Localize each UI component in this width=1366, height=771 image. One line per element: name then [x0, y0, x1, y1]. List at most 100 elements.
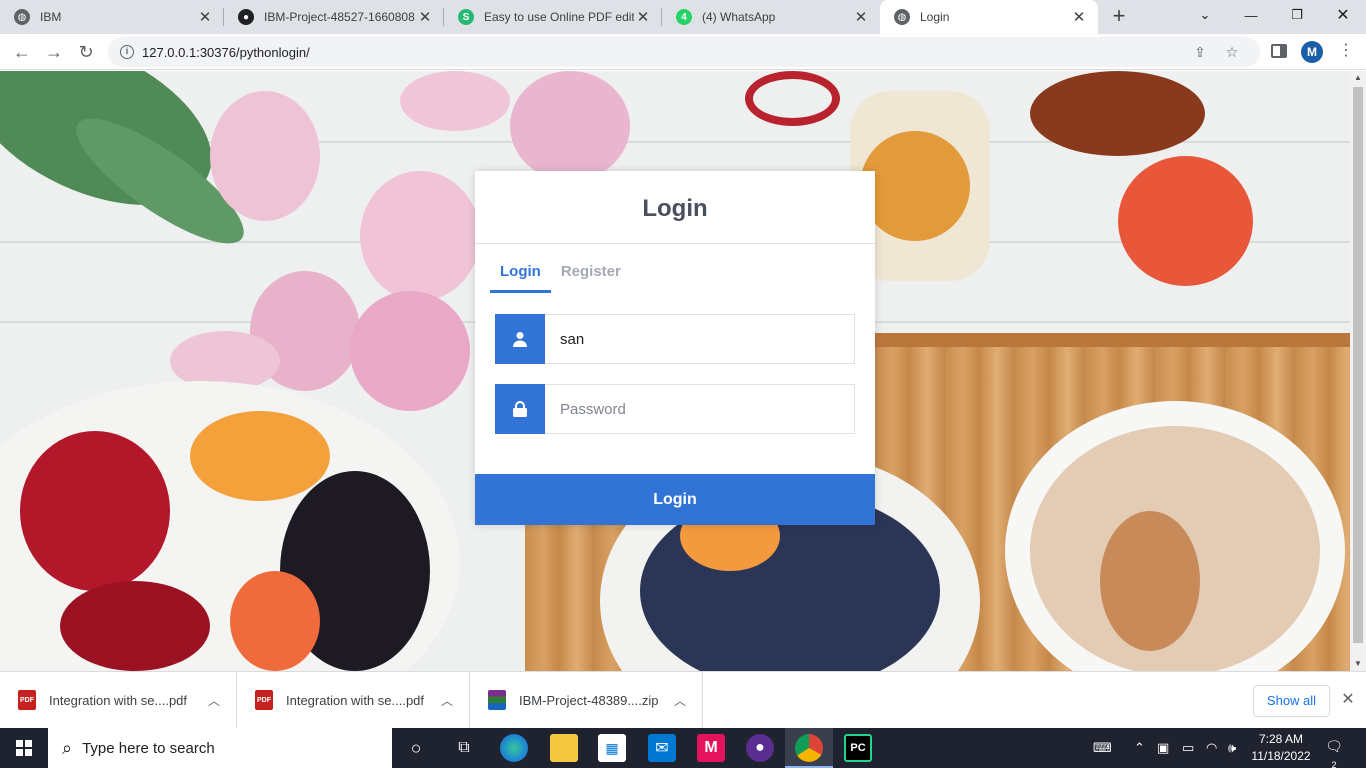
url-text[interactable]: 127.0.0.1:30376/pythonlogin/	[142, 45, 310, 60]
battery-icon[interactable]: ▭	[1182, 728, 1194, 768]
reload-icon[interactable]: ↻	[72, 38, 100, 66]
tab-login[interactable]: Login	[490, 261, 551, 293]
fruit-image	[230, 571, 320, 671]
tulip-image	[360, 171, 480, 301]
address-bar[interactable]: i 127.0.0.1:30376/pythonlogin/ ⇪ ☆	[108, 37, 1260, 67]
tab-title: IBM	[40, 10, 62, 24]
github-desktop-icon[interactable]: ●	[746, 734, 774, 762]
tab-pdf-editor[interactable]: S Easy to use Online PDF edito ✕	[444, 0, 662, 34]
tab-register[interactable]: Register	[551, 261, 631, 293]
close-icon[interactable]: ✕	[196, 8, 214, 26]
chrome-icon[interactable]	[795, 734, 823, 762]
whatsapp-icon: 4	[676, 9, 692, 25]
username-field	[495, 314, 855, 364]
chevron-up-icon[interactable]: ︿	[441, 692, 453, 709]
task-view-icon[interactable]: ⧉	[450, 734, 478, 762]
start-button[interactable]	[0, 728, 48, 768]
honey-image	[860, 131, 970, 241]
password-input[interactable]	[545, 385, 854, 433]
search-placeholder: Type here to search	[82, 739, 215, 757]
close-icon[interactable]: ✕	[1070, 8, 1088, 26]
globe-icon: ◍	[14, 9, 30, 25]
download-item[interactable]: PDF Integration with se....pdf ︿	[237, 672, 470, 728]
minimize-button[interactable]: —	[1228, 0, 1274, 30]
scroll-down-arrow-icon[interactable]: ▼	[1350, 657, 1366, 671]
close-icon[interactable]: ✕	[634, 8, 652, 26]
profile-avatar[interactable]: M	[1301, 41, 1323, 63]
download-filename: Integration with se....pdf	[286, 692, 425, 708]
download-item[interactable]: IBM-Project-48389....zip ︿	[470, 672, 703, 728]
mail-icon[interactable]: ✉	[648, 734, 676, 762]
cortana-circle-icon[interactable]: ○	[402, 734, 430, 762]
notification-icon[interactable]: 🗨2	[1324, 738, 1344, 770]
tab-search-chevron-icon[interactable]: ⌄	[1182, 0, 1228, 30]
close-icon[interactable]: ✕	[416, 8, 434, 26]
camera-icon[interactable]: ▣	[1157, 728, 1169, 768]
pdf-file-icon: PDF	[255, 690, 273, 710]
globe-icon: ◍	[894, 9, 910, 25]
info-icon[interactable]: i	[120, 45, 134, 59]
tab-github[interactable]: ● IBM-Project-48527-1660808 ✕	[224, 0, 444, 34]
notification-count: 2	[1331, 760, 1337, 770]
username-input[interactable]	[545, 315, 854, 363]
new-tab-button[interactable]: +	[1108, 5, 1130, 28]
clock-date: 11/18/2022	[1251, 749, 1311, 763]
chevron-up-icon[interactable]: ︿	[208, 692, 220, 709]
tab-title: IBM-Project-48527-1660808	[264, 10, 415, 24]
tulip-image	[210, 91, 320, 221]
tab-login[interactable]: ◍ Login ✕	[880, 0, 1098, 34]
cherries-image	[60, 581, 210, 671]
auth-tabs: Login Register	[490, 261, 631, 295]
tab-whatsapp[interactable]: 4 (4) WhatsApp ✕	[662, 0, 880, 34]
back-arrow-icon[interactable]: ←	[8, 38, 36, 66]
download-item[interactable]: PDF Integration with se....pdf ︿	[0, 672, 237, 728]
volume-icon[interactable]: 🕪	[1228, 728, 1236, 768]
close-window-button[interactable]: ✕	[1320, 0, 1366, 30]
page-scrollbar[interactable]: ▲ ▼	[1350, 71, 1366, 671]
show-all-downloads-button[interactable]: Show all	[1253, 685, 1330, 717]
lock-icon	[495, 384, 545, 434]
side-panel-icon[interactable]	[1271, 44, 1287, 58]
share-icon[interactable]: ⇪	[1192, 44, 1208, 60]
scrollbar-thumb[interactable]	[1353, 87, 1363, 643]
tulip-image	[350, 291, 470, 411]
taskbar-search-box[interactable]: ⌕ Type here to search	[48, 728, 392, 768]
downloads-shelf: PDF Integration with se....pdf ︿ PDF Int…	[0, 671, 1366, 728]
chevron-up-icon[interactable]: ︿	[674, 692, 686, 709]
zip-archive-icon	[488, 690, 506, 710]
download-filename: IBM-Project-48389....zip	[519, 692, 659, 708]
close-icon[interactable]: ✕	[852, 8, 870, 26]
login-card: Login Login Register Login	[475, 171, 875, 525]
github-icon: ●	[238, 9, 254, 25]
wifi-icon[interactable]: ◠	[1206, 728, 1217, 768]
clock-time: 7:28 AM	[1258, 732, 1304, 746]
peach-image	[1118, 156, 1253, 286]
edge-browser-icon[interactable]	[500, 734, 528, 762]
microsoft-store-icon[interactable]: ▦	[598, 734, 626, 762]
browser-toolbar: ← → ↻ i 127.0.0.1:30376/pythonlogin/ ⇪ ☆…	[0, 34, 1366, 70]
pdf-file-icon: PDF	[18, 690, 36, 710]
keyboard-icon[interactable]: ⌨	[1093, 728, 1112, 768]
tomato-image	[1030, 71, 1205, 156]
login-button[interactable]: Login	[475, 474, 875, 525]
file-explorer-icon[interactable]	[550, 734, 578, 762]
tulip-image	[510, 71, 630, 181]
sejda-icon: S	[458, 9, 474, 25]
bookmark-star-icon[interactable]: ☆	[1224, 44, 1240, 60]
taskbar-clock[interactable]: 7:28 AM 11/18/2022	[1246, 731, 1316, 765]
tab-title: Easy to use Online PDF edito	[484, 10, 634, 24]
chili-image	[745, 71, 840, 126]
scroll-up-arrow-icon[interactable]: ▲	[1350, 71, 1366, 85]
pycharm-icon[interactable]: PC	[844, 734, 872, 762]
cinnamon-image	[1100, 511, 1200, 651]
close-shelf-icon[interactable]: ✕	[1338, 690, 1358, 710]
tab-title: (4) WhatsApp	[702, 10, 776, 24]
tray-chevron-up-icon[interactable]: ⌃	[1134, 728, 1145, 768]
tab-ibm[interactable]: ◍ IBM ✕	[0, 0, 224, 34]
menu-kebab-icon[interactable]: ⋮	[1336, 42, 1356, 62]
forward-arrow-icon[interactable]: →	[40, 38, 68, 66]
restore-button[interactable]: ❐	[1274, 0, 1320, 30]
app-m-icon[interactable]: M	[697, 734, 725, 762]
download-filename: Integration with se....pdf	[49, 692, 188, 708]
tab-title: Login	[920, 10, 950, 24]
